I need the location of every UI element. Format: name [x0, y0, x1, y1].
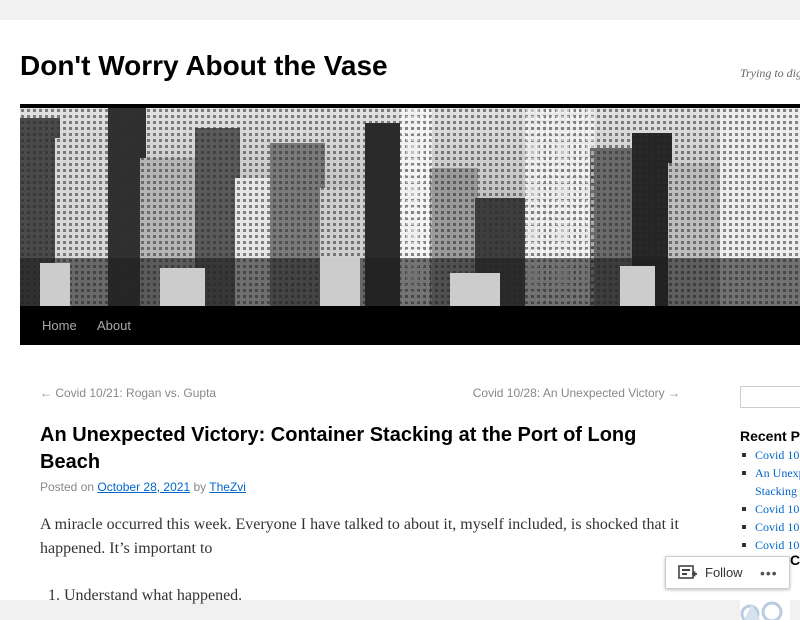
- list-item: Covid 10: [740, 518, 800, 536]
- follow-label: Follow: [705, 565, 743, 580]
- post-meta: Posted on October 28, 2021 by TheZvi: [40, 480, 246, 494]
- search-input[interactable]: [740, 386, 800, 408]
- nav-item-about[interactable]: About: [97, 306, 131, 345]
- recent-post-link[interactable]: Covid 10: [755, 538, 799, 552]
- list-item: Covid 10: [740, 446, 800, 464]
- recent-post-link[interactable]: Covid 10: [755, 520, 799, 534]
- list-item: Covid 10: [740, 500, 800, 518]
- page-wrapper: Don't Worry About the Vase Trying to dig: [0, 20, 800, 620]
- more-options-icon[interactable]: •••: [760, 565, 778, 581]
- recent-posts-heading: Recent P: [740, 428, 800, 444]
- recent-posts-list: Covid 10 An Unexp Stacking Covid 10 Covid…: [740, 446, 800, 554]
- post-list-item: Understand what happened.: [64, 584, 242, 608]
- author-link[interactable]: TheZvi: [209, 480, 246, 494]
- gravatar-image: [740, 594, 790, 620]
- sidebar-widget-heading: C: [790, 552, 800, 568]
- header-image: [20, 104, 800, 306]
- site-title[interactable]: Don't Worry About the Vase: [20, 50, 388, 82]
- previous-post-link[interactable]: ← Covid 10/21: Rogan vs. Gupta: [40, 386, 216, 400]
- next-post-link[interactable]: Covid 10/28: An Unexpected Victory →: [473, 386, 680, 400]
- nav-item-home[interactable]: Home: [42, 306, 77, 345]
- meta-by: by: [193, 480, 207, 494]
- post-date-link[interactable]: October 28, 2021: [97, 480, 190, 494]
- list-item: An Unexp Stacking: [740, 464, 800, 500]
- recent-post-link[interactable]: An Unexp: [755, 466, 800, 480]
- recent-post-link[interactable]: Covid 10: [755, 448, 799, 462]
- post-title: An Unexpected Victory: Container Stackin…: [40, 424, 637, 473]
- site-description: Trying to dig: [740, 66, 800, 80]
- recent-post-link-continued[interactable]: Stacking: [755, 484, 797, 498]
- recent-post-link[interactable]: Covid 10: [755, 502, 799, 516]
- post-list: Understand what happened.: [40, 584, 242, 608]
- follow-button[interactable]: Follow •••: [665, 556, 790, 589]
- meta-prefix: Posted on: [40, 480, 95, 494]
- main-navigation: Home About: [20, 306, 800, 345]
- post-body: A miracle occurred this week. Everyone I…: [40, 516, 679, 557]
- follow-icon: [678, 565, 697, 579]
